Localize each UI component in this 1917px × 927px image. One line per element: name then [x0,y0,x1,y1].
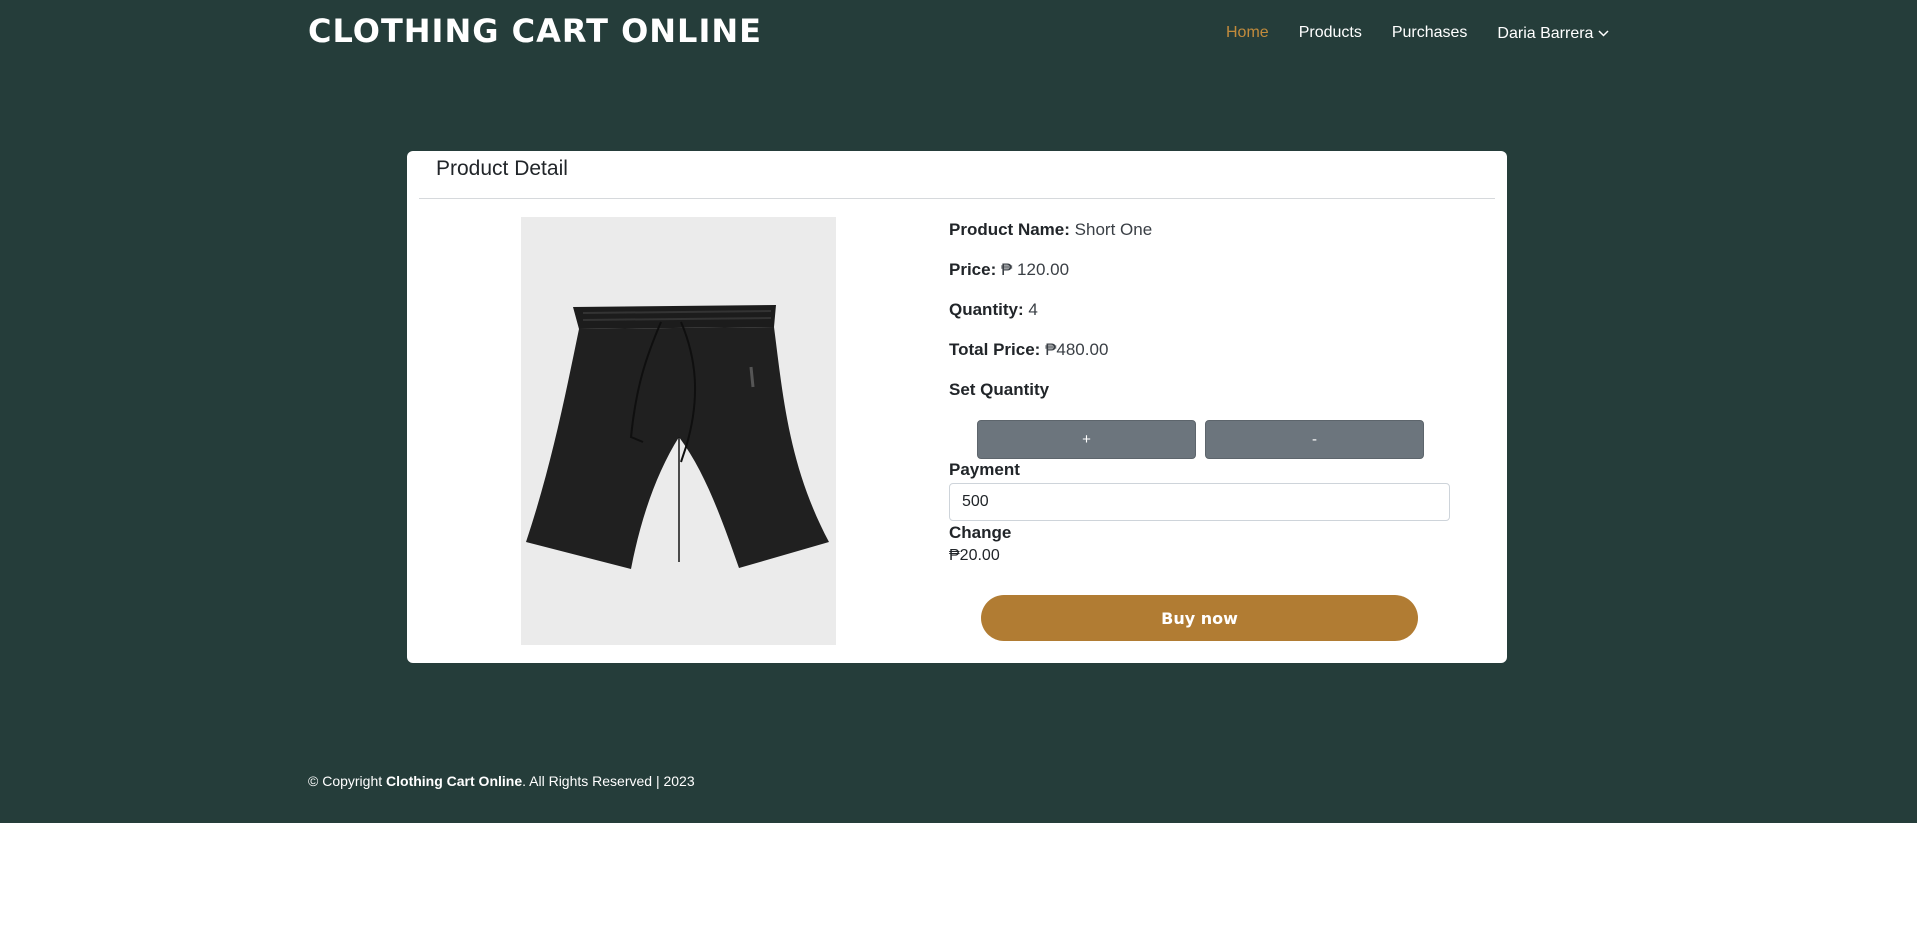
user-name: Daria Barrera [1497,25,1594,42]
total-value: ₱480.00 [1045,340,1109,359]
total-row: Total Price: ₱480.00 [949,339,1469,379]
page: CLOTHING CART ONLINE Home Products Purch… [0,0,1917,823]
increase-quantity-button[interactable]: + [977,420,1196,459]
price-value: ₱ 120.00 [1000,260,1070,279]
footer-brand: Clothing Cart Online [386,773,523,789]
nav-home[interactable]: Home [1226,24,1269,43]
footer-suffix: . All Rights Reserved | 2023 [522,773,695,789]
footer-prefix: © Copyright [308,773,387,789]
product-detail-card: Product Detail Product Name: Short One P… [407,151,1507,663]
buy-now-button[interactable]: Buy now [981,595,1418,641]
change-value: ₱20.00 [949,547,1000,564]
chevron-down-icon [1598,24,1609,42]
quantity-row: Quantity: 4 [949,299,1469,339]
nav-purchases[interactable]: Purchases [1392,24,1468,43]
footer-copyright: © Copyright Clothing Cart Online. All Ri… [308,773,695,789]
total-label: Total Price: [949,340,1041,359]
price-row: Price: ₱ 120.00 [949,259,1469,299]
main-nav: Home Products Purchases Daria Barrera [1226,24,1609,43]
product-name-value: Short One [1074,220,1153,239]
price-label: Price: [949,260,997,279]
quantity-value: 4 [1028,300,1038,319]
product-name-row: Product Name: Short One [949,219,1469,259]
product-info: Product Name: Short One Price: ₱ 120.00 … [949,219,1469,419]
site-logo[interactable]: CLOTHING CART ONLINE [308,12,762,50]
change-label: Change [949,523,1012,542]
quantity-controls: + - [977,420,1424,459]
quantity-label: Quantity: [949,300,1024,319]
payment-input[interactable] [949,483,1450,521]
set-quantity-row: Set Quantity [949,379,1469,419]
payment-label: Payment [949,460,1020,479]
set-quantity-label: Set Quantity [949,380,1050,399]
card-divider [419,198,1495,199]
nav-products[interactable]: Products [1299,24,1362,43]
product-image [521,217,836,645]
product-name-label: Product Name: [949,220,1070,239]
card-title: Product Detail [436,157,568,180]
decrease-quantity-button[interactable]: - [1205,420,1424,459]
nav-user-dropdown[interactable]: Daria Barrera [1497,24,1609,43]
